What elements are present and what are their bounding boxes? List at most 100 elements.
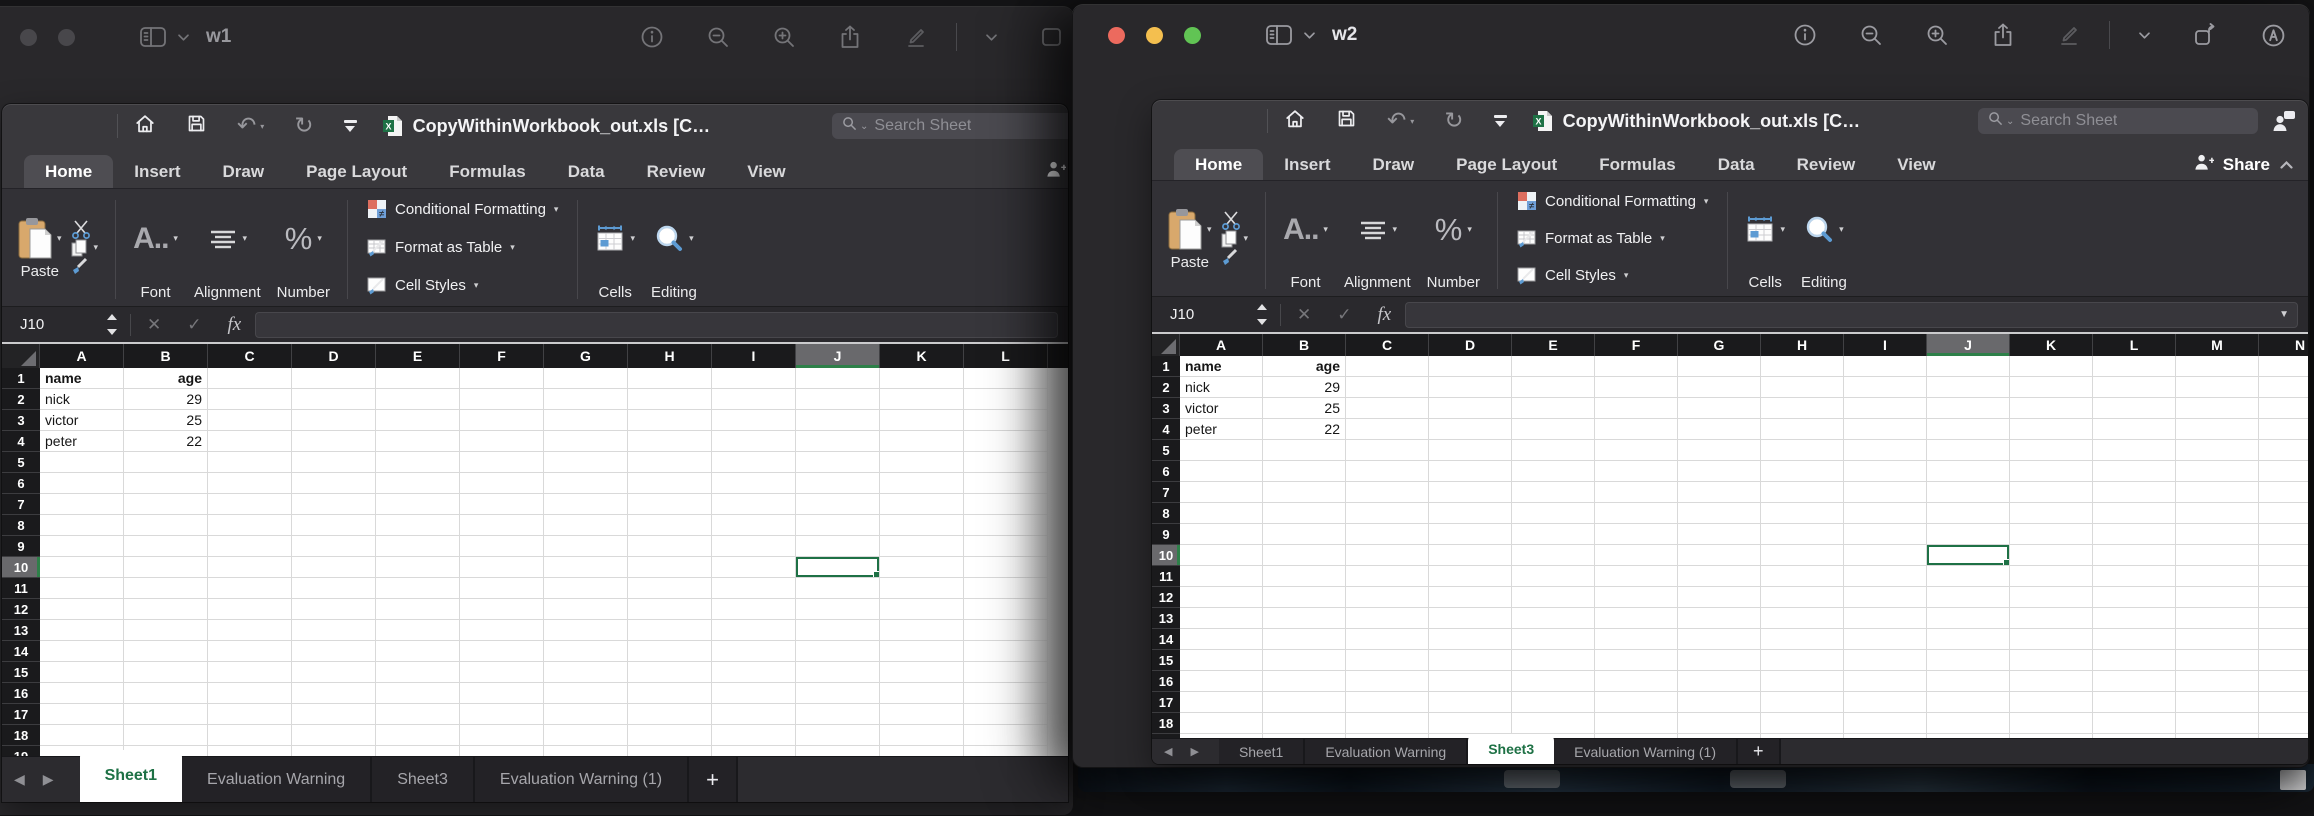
column-header-H[interactable]: H (628, 344, 712, 368)
cell-H5[interactable] (1761, 440, 1844, 461)
cell-K8[interactable] (2010, 503, 2093, 524)
cell-H6[interactable] (628, 473, 712, 494)
alignment-group[interactable]: ▾ Alignment (1336, 188, 1419, 293)
cell-L8[interactable] (2093, 503, 2176, 524)
cell-L15[interactable] (2093, 650, 2176, 671)
cell-I15[interactable] (712, 662, 796, 683)
cell-F12[interactable] (460, 599, 544, 620)
column-header-L[interactable]: L (964, 344, 1048, 368)
cell-F10[interactable] (1595, 545, 1678, 566)
cell-F5[interactable] (1595, 440, 1678, 461)
cell-C11[interactable] (1346, 566, 1429, 587)
cell-L10[interactable] (964, 557, 1048, 578)
insert-function-icon[interactable]: fx (228, 314, 242, 336)
cell-I15[interactable] (1844, 650, 1927, 671)
cell-D1[interactable] (1429, 356, 1512, 377)
cell-J5[interactable] (796, 452, 880, 473)
cell-I6[interactable] (1844, 461, 1927, 482)
cell-A4[interactable]: peter (1180, 419, 1263, 440)
row-header-5[interactable]: 5 (1152, 440, 1180, 461)
person-chat-icon[interactable] (2272, 110, 2296, 132)
column-header-G[interactable]: G (1678, 334, 1761, 356)
cell-H3[interactable] (628, 410, 712, 431)
cell-J14[interactable] (1927, 629, 2010, 650)
cell-D11[interactable] (292, 578, 376, 599)
cell-K12[interactable] (880, 599, 964, 620)
cell-J11[interactable] (796, 578, 880, 599)
cell-A5[interactable] (40, 452, 124, 473)
cell-N5[interactable] (2259, 440, 2308, 461)
cell-D7[interactable] (1429, 482, 1512, 503)
cell-F1[interactable] (1595, 356, 1678, 377)
cell-E11[interactable] (376, 578, 460, 599)
cell-A5[interactable] (1180, 440, 1263, 461)
cell-J7[interactable] (796, 494, 880, 515)
cell-D11[interactable] (1429, 566, 1512, 587)
cell-L7[interactable] (2093, 482, 2176, 503)
chevron-up-icon[interactable] (2279, 160, 2294, 170)
row-header-19[interactable]: 19 (2, 746, 40, 756)
column-header-D[interactable]: D (292, 344, 376, 368)
next-sheet-button[interactable]: ▶ (43, 771, 54, 788)
format-painter-button[interactable] (70, 257, 99, 277)
alignment-group[interactable]: ▾ Alignment (186, 196, 269, 303)
cell-M3[interactable] (2176, 398, 2259, 419)
cell-B6[interactable] (124, 473, 208, 494)
editing-group[interactable]: ▾ Editing (643, 196, 705, 303)
cell-H6[interactable] (1761, 461, 1844, 482)
info-icon[interactable] (640, 25, 664, 49)
column-header-A[interactable]: A (1180, 334, 1263, 356)
cell-A14[interactable] (1180, 629, 1263, 650)
cell-H1[interactable] (1761, 356, 1844, 377)
cell-M6[interactable] (2176, 461, 2259, 482)
ribbon-tab-insert[interactable]: Insert (113, 155, 201, 188)
cell-D5[interactable] (1429, 440, 1512, 461)
cell-M11[interactable] (2176, 566, 2259, 587)
cell-B7[interactable] (124, 494, 208, 515)
cell-C6[interactable] (1346, 461, 1429, 482)
zoom-out-icon[interactable] (706, 25, 730, 49)
cell-M12[interactable] (2176, 587, 2259, 608)
cell-G3[interactable] (544, 410, 628, 431)
cell-E12[interactable] (1512, 587, 1595, 608)
cell-E12[interactable] (376, 599, 460, 620)
column-header-G[interactable]: G (544, 344, 628, 368)
row-header-15[interactable]: 15 (2, 662, 40, 683)
cell-J6[interactable] (1927, 461, 2010, 482)
cell-I1[interactable] (1844, 356, 1927, 377)
excel-titlebar[interactable]: ↶▾ ↻ X CopyWithinWorkbook_out.xls [C… ⌄ … (2, 104, 1068, 148)
cell-G11[interactable] (544, 578, 628, 599)
cell-E4[interactable] (1512, 419, 1595, 440)
cell-C1[interactable] (1346, 356, 1429, 377)
cell-I5[interactable] (1844, 440, 1927, 461)
spreadsheet-grid[interactable]: ABCDEFGHIJKL1nameage2nick293victor254pet… (2, 342, 1068, 756)
cell-B12[interactable] (124, 599, 208, 620)
cell-H16[interactable] (1761, 671, 1844, 692)
cell-J12[interactable] (796, 599, 880, 620)
ribbon-tab-insert[interactable]: Insert (1263, 149, 1351, 180)
cell-D7[interactable] (292, 494, 376, 515)
prev-sheet-button[interactable]: ◀ (14, 771, 25, 788)
cell-H11[interactable] (628, 578, 712, 599)
cell-C19[interactable] (208, 746, 292, 756)
cell-J10[interactable] (1927, 545, 2010, 566)
cell-K8[interactable] (880, 515, 964, 536)
enter-icon[interactable]: ✓ (1337, 305, 1351, 325)
viewer-titlebar-w1[interactable]: w1 (0, 6, 1074, 68)
cells-group[interactable]: ▾ Cells (1737, 188, 1793, 293)
cell-H12[interactable] (628, 599, 712, 620)
cell-G8[interactable] (544, 515, 628, 536)
cell-C16[interactable] (1346, 671, 1429, 692)
cell-K10[interactable] (2010, 545, 2093, 566)
cell-J18[interactable] (796, 725, 880, 746)
cell-H12[interactable] (1761, 587, 1844, 608)
cell-B13[interactable] (124, 620, 208, 641)
format-painter-button[interactable] (1220, 248, 1249, 268)
cell-B16[interactable] (1263, 671, 1346, 692)
paste-button[interactable]: ▾ (1168, 208, 1212, 252)
cell-B18[interactable] (124, 725, 208, 746)
cell-D15[interactable] (292, 662, 376, 683)
cell-M9[interactable] (2176, 524, 2259, 545)
cell-N2[interactable] (2259, 377, 2308, 398)
row-header-10[interactable]: 10 (2, 557, 40, 578)
